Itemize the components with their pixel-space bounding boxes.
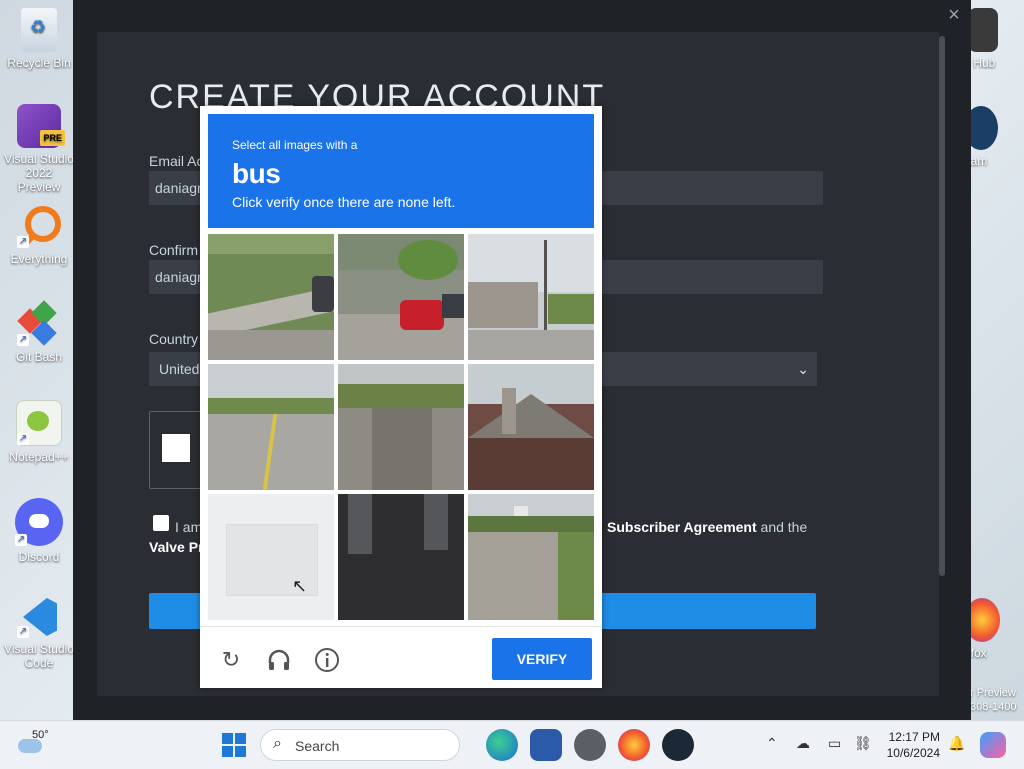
network-icon[interactable]: ⛓ bbox=[854, 735, 872, 752]
desktop-icon-notepad-plus-plus[interactable]: ↗ Notepad++ bbox=[3, 400, 75, 464]
confirm-email-value: daniagr bbox=[155, 269, 202, 285]
steam-taskbar-icon[interactable] bbox=[662, 729, 694, 761]
shortcut-arrow-icon: ↗ bbox=[17, 236, 29, 248]
desktop-icon-visual-studio[interactable]: PRE Visual Studio 2022 Preview bbox=[3, 104, 75, 194]
display-icon[interactable]: ▭ bbox=[828, 735, 841, 752]
search-label: Search bbox=[295, 738, 340, 754]
captcha-tile[interactable] bbox=[468, 364, 594, 490]
shortcut-arrow-icon: ↗ bbox=[17, 334, 29, 346]
desktop-icon-firefox[interactable]: efox bbox=[964, 598, 1024, 660]
copilot-icon[interactable] bbox=[980, 732, 1006, 758]
snipping-icon[interactable] bbox=[530, 729, 562, 761]
captcha-tile[interactable] bbox=[338, 364, 464, 490]
confirm-email-label: Confirm bbox=[149, 242, 199, 258]
desktop-icon-hub[interactable]: y Hub bbox=[964, 8, 1024, 70]
info-icon[interactable] bbox=[314, 647, 340, 673]
firefox-icon[interactable] bbox=[618, 729, 650, 761]
cloud-icon[interactable]: ☁ bbox=[796, 735, 810, 752]
clock-date: 10/6/2024 bbox=[886, 746, 940, 760]
search-icon: ↗ bbox=[17, 204, 61, 248]
windows-watermark: r Preview 308-1400 bbox=[970, 686, 1017, 714]
settings-gear-icon[interactable] bbox=[574, 729, 606, 761]
shortcut-arrow-icon: ↗ bbox=[15, 534, 27, 546]
desktop-icon-label: Visual Studio 2022 Preview bbox=[4, 152, 74, 194]
mouse-cursor-icon: ↖ bbox=[292, 576, 308, 596]
desktop-icon-git-bash[interactable]: ↗ Git Bash bbox=[3, 300, 75, 364]
desktop-icon-everything[interactable]: ↗ Everything bbox=[3, 204, 75, 266]
recycle-bin-icon: ♻ bbox=[21, 8, 57, 52]
desktop-icon-label: Notepad++ bbox=[9, 450, 69, 464]
notepad-plus-plus-icon: ↗ bbox=[16, 400, 62, 446]
close-icon[interactable]: × bbox=[943, 4, 965, 26]
vscode-icon: ↗ bbox=[17, 594, 61, 638]
captcha-tile[interactable] bbox=[338, 494, 464, 620]
captcha-footer: ↻ VERIFY bbox=[200, 626, 602, 689]
agree-suffix: and the bbox=[760, 519, 808, 535]
weather-temp: 50° bbox=[32, 729, 49, 741]
captcha-header: Select all images with a bus Click verif… bbox=[208, 114, 594, 228]
desktop-icon-vscode[interactable]: ↗ Visual Studio Code bbox=[3, 594, 75, 670]
agree-text: I am bbox=[175, 519, 203, 535]
clock-time: 12:17 PM bbox=[888, 730, 940, 744]
taskbar-search[interactable]: ⌕ Search bbox=[260, 729, 460, 761]
shortcut-arrow-icon: ↗ bbox=[17, 626, 29, 638]
agree-checkbox[interactable] bbox=[153, 515, 169, 531]
captcha-tile[interactable]: ↖ bbox=[208, 494, 334, 620]
search-icon: ⌕ bbox=[273, 735, 282, 752]
email-value: daniagr bbox=[155, 180, 202, 196]
watermark-line: r Preview bbox=[970, 687, 1016, 699]
desktop-icon-label: Git Bash bbox=[15, 350, 63, 364]
subscriber-agreement-link[interactable]: Subscriber Agreement bbox=[607, 519, 757, 535]
desktop-icon-label: Discord bbox=[18, 550, 60, 564]
captcha-tile[interactable] bbox=[468, 234, 594, 360]
desktop-icon-label: Everything bbox=[10, 252, 68, 266]
country-label: Country bbox=[149, 331, 199, 347]
captcha-image-grid: ↖ bbox=[208, 234, 594, 620]
scrollbar[interactable] bbox=[939, 36, 945, 576]
email-label: Email Ac bbox=[149, 153, 204, 169]
captcha-tile[interactable] bbox=[208, 364, 334, 490]
captcha-tile[interactable] bbox=[208, 234, 334, 360]
headphones-icon[interactable] bbox=[266, 647, 292, 673]
desktop-icon-label: Recycle Bin bbox=[7, 56, 71, 70]
agree-text-right: Subscriber Agreement and the bbox=[607, 519, 807, 535]
desktop-icon-steam[interactable]: eam bbox=[964, 106, 1024, 168]
watermark-line: 308-1400 bbox=[970, 701, 1017, 713]
chevron-up-icon[interactable]: ⌃ bbox=[766, 735, 778, 752]
chevron-down-icon: ⌄ bbox=[797, 361, 809, 377]
visual-studio-icon: PRE bbox=[17, 104, 65, 148]
notification-bell-icon[interactable]: 🔔 bbox=[948, 735, 965, 752]
refresh-icon[interactable]: ↻ bbox=[218, 647, 244, 673]
captcha-tile[interactable] bbox=[338, 234, 464, 360]
clock[interactable]: 12:17 PM 10/6/2024 bbox=[887, 729, 940, 761]
captcha-instruction: Select all images with a bbox=[232, 138, 358, 152]
discord-icon: ↗ bbox=[15, 498, 63, 546]
cloud-icon bbox=[18, 739, 42, 753]
start-button[interactable] bbox=[218, 729, 250, 761]
valve-privacy-link[interactable]: Valve Pr bbox=[149, 539, 204, 555]
desktop-icon-discord[interactable]: ↗ Discord bbox=[3, 498, 75, 564]
desktop-icon-label: Visual Studio Code bbox=[4, 642, 74, 670]
verify-button[interactable]: VERIFY bbox=[492, 638, 592, 680]
captcha-subtext: Click verify once there are none left. bbox=[232, 194, 456, 210]
edge-icon[interactable] bbox=[486, 729, 518, 761]
captcha-checkbox[interactable] bbox=[162, 434, 190, 462]
captcha-tile[interactable] bbox=[468, 494, 594, 620]
captcha-target: bus bbox=[232, 158, 281, 189]
taskbar: 50° ⌕ Search ⌃ ☁ ▭ ⛓ 12:17 PM 10/6/2024 … bbox=[0, 720, 1024, 769]
shortcut-arrow-icon: ↗ bbox=[17, 433, 29, 445]
git-bash-icon: ↗ bbox=[17, 300, 61, 346]
unity-hub-icon bbox=[968, 8, 998, 52]
captcha-dialog: Select all images with a bus Click verif… bbox=[200, 106, 602, 688]
desktop-icon-recycle-bin[interactable]: ♻ Recycle Bin bbox=[3, 8, 75, 70]
country-value: United bbox=[159, 361, 200, 377]
